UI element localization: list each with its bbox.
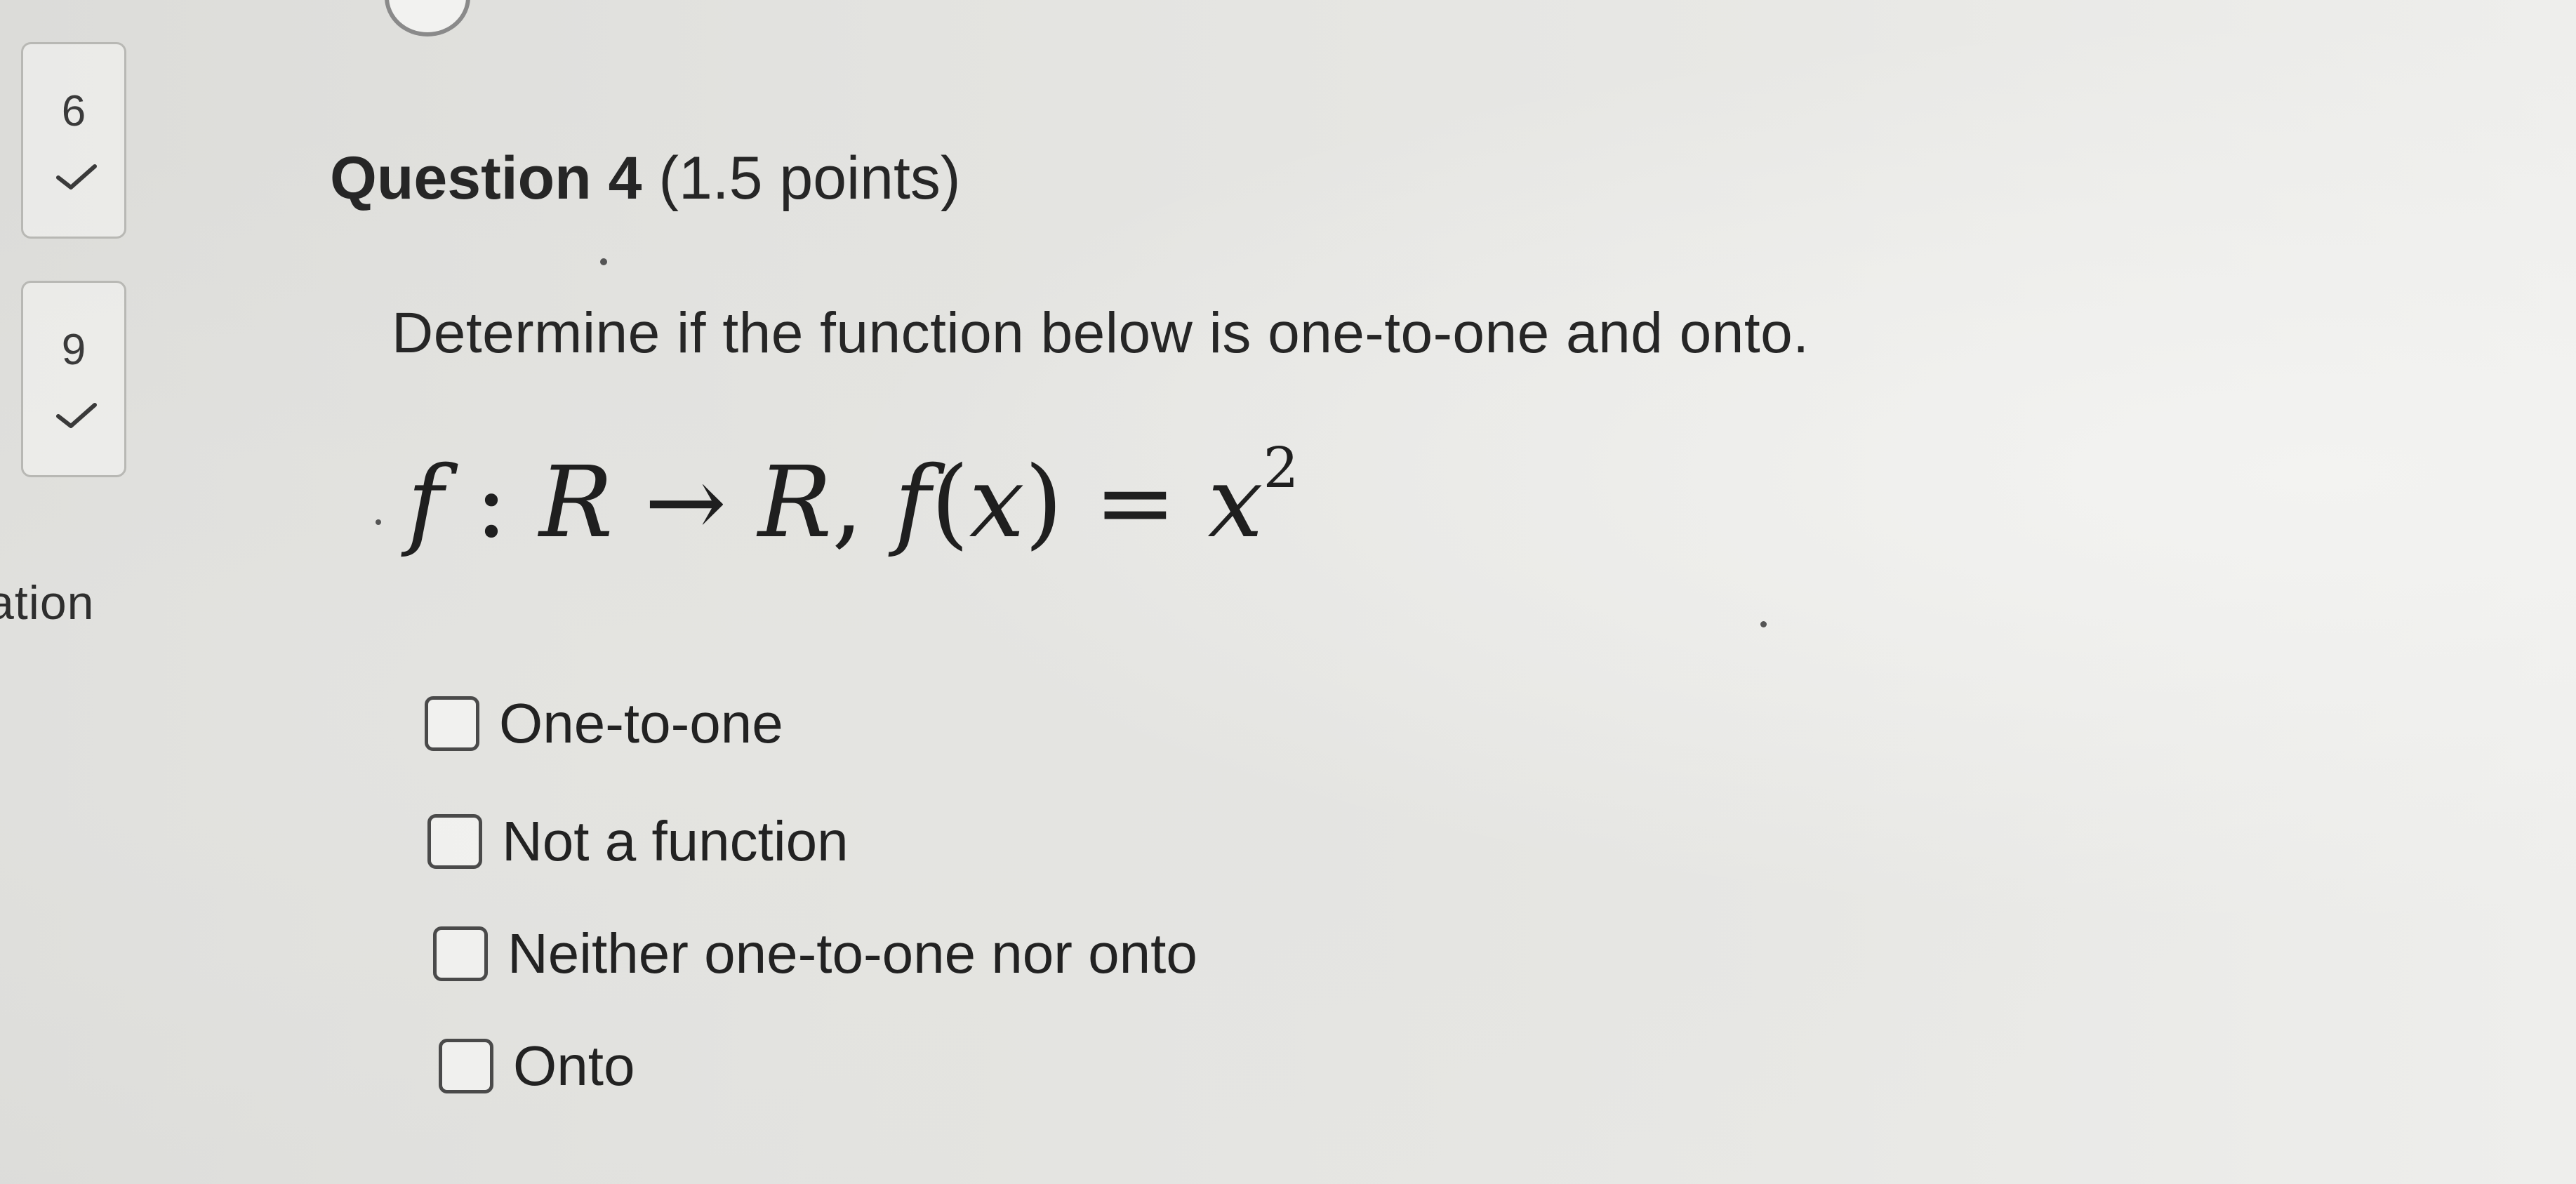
math-comma: , [832,446,895,560]
option-neither[interactable]: Neither one-to-one nor onto [433,922,1197,986]
checkbox[interactable] [433,926,488,981]
option-one-to-one[interactable]: One-to-one [425,691,783,756]
checkbox[interactable] [425,696,479,751]
math-function-name: f [407,446,444,560]
checkbox[interactable] [439,1039,493,1093]
navigator-section-label: ation [0,576,95,630]
option-label: One-to-one [499,692,783,754]
previous-option-radio[interactable] [385,0,470,36]
checkbox[interactable] [427,814,482,869]
option-label: Not a function [502,810,849,872]
question-nav-number: 9 [61,326,86,374]
math-codomain: R [757,446,832,560]
math-paren: ) [1024,446,1063,560]
option-onto[interactable]: Onto [439,1034,635,1098]
question-points: (1.5 points) [658,145,961,212]
math-arrow: → [613,446,758,560]
checkmark-icon [56,164,97,189]
stray-mark [600,258,607,265]
math-variable: x [1207,446,1263,560]
option-label: Onto [513,1035,635,1097]
option-label: Neither one-to-one nor onto [507,922,1197,985]
math-colon: : [443,446,539,560]
math-variable: x [969,446,1025,560]
stray-mark [1760,621,1767,627]
function-definition: f : R → R, f(x) = x2 [407,435,1299,560]
question-nav-number: 6 [61,87,86,135]
math-domain: R [539,446,613,560]
question-title: Question 4 (1.5 points) [330,144,961,213]
math-paren: ( [931,446,969,560]
question-nav-item-6[interactable]: 6 [21,42,126,239]
checkmark-icon [56,403,97,428]
math-function-name: f [894,446,931,560]
question-number: Question 4 [330,145,642,212]
question-prompt: Determine if the function below is one-t… [392,301,1810,365]
option-not-a-function[interactable]: Not a function [427,809,849,874]
math-equals: = [1063,446,1208,560]
question-nav-item-9[interactable]: 9 [21,281,126,477]
stray-mark [376,519,381,525]
math-exponent: 2 [1263,435,1299,500]
